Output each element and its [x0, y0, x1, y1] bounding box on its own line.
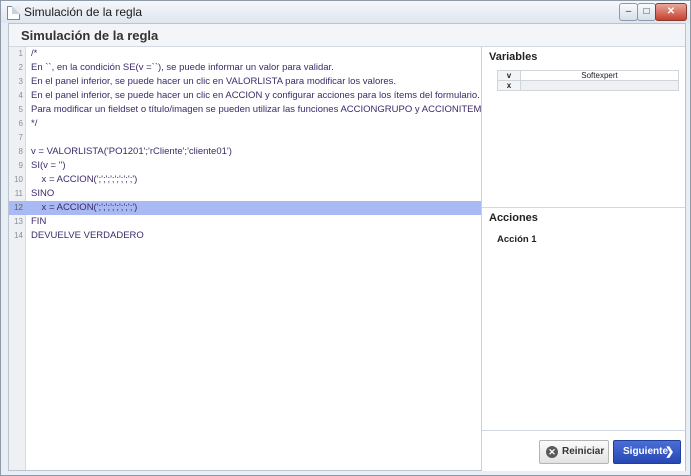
code-line[interactable]: 1 /* [9, 47, 481, 61]
code-text: x = ACCION(';';';';';';';';') [31, 174, 138, 185]
close-button[interactable]: ✕ [655, 3, 687, 21]
code-text: FIN [31, 216, 47, 227]
line-number: 4 [18, 91, 23, 100]
dialog-footer: ✕ Reiniciar Siguiente ❯ [482, 430, 685, 471]
variables-table: v Softexpert x [497, 70, 679, 91]
code-text: En el panel inferior, se puede hacer un … [31, 90, 480, 101]
code-line[interactable]: 3 En el panel inferior, se puede hacer un… [9, 75, 481, 89]
variables-title: Variables [489, 51, 538, 63]
code-text: En el panel inferior, se puede hacer un … [31, 76, 397, 87]
reset-icon: ✕ [546, 446, 558, 458]
maximize-button[interactable]: □ [637, 3, 656, 21]
code-text: En ``, en la condición SE(v =``), se pue… [31, 62, 334, 73]
reset-label: Reiniciar [562, 446, 605, 457]
variable-value[interactable]: Softexpert [520, 70, 679, 81]
dialog-header: Simulación de la regla [9, 24, 685, 47]
code-text: DEVUELVE VERDADERO [31, 230, 144, 241]
table-row[interactable]: v Softexpert [497, 70, 679, 81]
table-row[interactable]: x [497, 80, 679, 91]
line-number: 3 [18, 77, 23, 86]
line-number: 11 [14, 189, 23, 198]
code-line[interactable]: 10 x = ACCION(';';';';';';';';') [9, 173, 481, 187]
variables-panel: Variables v Softexpert x [482, 47, 685, 208]
code-line[interactable]: 8 v = VALORLISTA('PO1201';'rCliente';'cli… [9, 145, 481, 159]
reset-button[interactable]: ✕ Reiniciar [539, 440, 609, 464]
line-number: 6 [18, 119, 23, 128]
code-line[interactable]: 11 SINO [9, 187, 481, 201]
variable-name: x [497, 80, 521, 91]
simulation-window: Simulación de la regla – □ ✕ Simulación … [0, 0, 691, 476]
action-item[interactable]: Acción 1 [497, 234, 537, 245]
line-number: 1 [18, 49, 23, 58]
next-button[interactable]: Siguiente ❯ [613, 440, 681, 464]
line-number: 7 [18, 133, 23, 142]
chevron-right-icon: ❯ [665, 446, 675, 458]
title-bar: Simulación de la regla – □ ✕ [1, 1, 690, 23]
actions-title: Acciones [489, 212, 538, 224]
code-line[interactable]: 4 En el panel inferior, se puede hacer un… [9, 89, 481, 103]
code-line[interactable]: 7 [9, 131, 481, 145]
code-text: SI(v = '') [31, 160, 66, 171]
next-label: Siguiente [623, 446, 669, 457]
dialog-title: Simulación de la regla [21, 28, 159, 43]
line-number: 8 [18, 147, 23, 156]
dialog-body: Simulación de la regla 1 /* 2 En ``, en la… [8, 23, 686, 471]
code-line[interactable]: 9 SI(v = '') [9, 159, 481, 173]
line-number: 10 [14, 175, 23, 184]
code-line[interactable]: 13 FIN [9, 215, 481, 229]
line-number: 5 [18, 105, 23, 114]
line-number: 14 [14, 231, 23, 240]
code-text: */ [31, 118, 38, 129]
minimize-button[interactable]: – [619, 3, 638, 21]
line-number: 2 [18, 63, 23, 72]
code-text: v = VALORLISTA('PO1201';'rCliente';'clie… [31, 146, 232, 157]
actions-panel: Acciones Acción 1 [482, 208, 685, 429]
code-line[interactable]: 6 */ [9, 117, 481, 131]
code-editor[interactable]: 1 /* 2 En ``, en la condición SE(v =``), s… [9, 47, 482, 470]
variable-value[interactable] [520, 80, 679, 91]
code-line-highlighted[interactable]: 12 x = ACCION(';';';';';';';';') [9, 201, 481, 215]
line-number: 9 [18, 161, 23, 170]
window-title: Simulación de la regla [24, 5, 143, 19]
variable-name: v [497, 70, 521, 81]
line-number: 13 [14, 217, 23, 226]
code-text: SINO [31, 188, 55, 199]
code-line[interactable]: 14 DEVUELVE VERDADERO [9, 229, 481, 243]
code-text: Para modificar un fieldset o título/imag… [31, 104, 482, 115]
code-text: x = ACCION(';';';';';';';';') [31, 202, 138, 213]
code-text: /* [31, 48, 38, 59]
code-line[interactable]: 5 Para modificar un fieldset o título/ima… [9, 103, 481, 117]
document-icon [7, 6, 20, 20]
code-line[interactable]: 2 En ``, en la condición SE(v =``), se pu… [9, 61, 481, 75]
line-number: 12 [14, 203, 23, 212]
